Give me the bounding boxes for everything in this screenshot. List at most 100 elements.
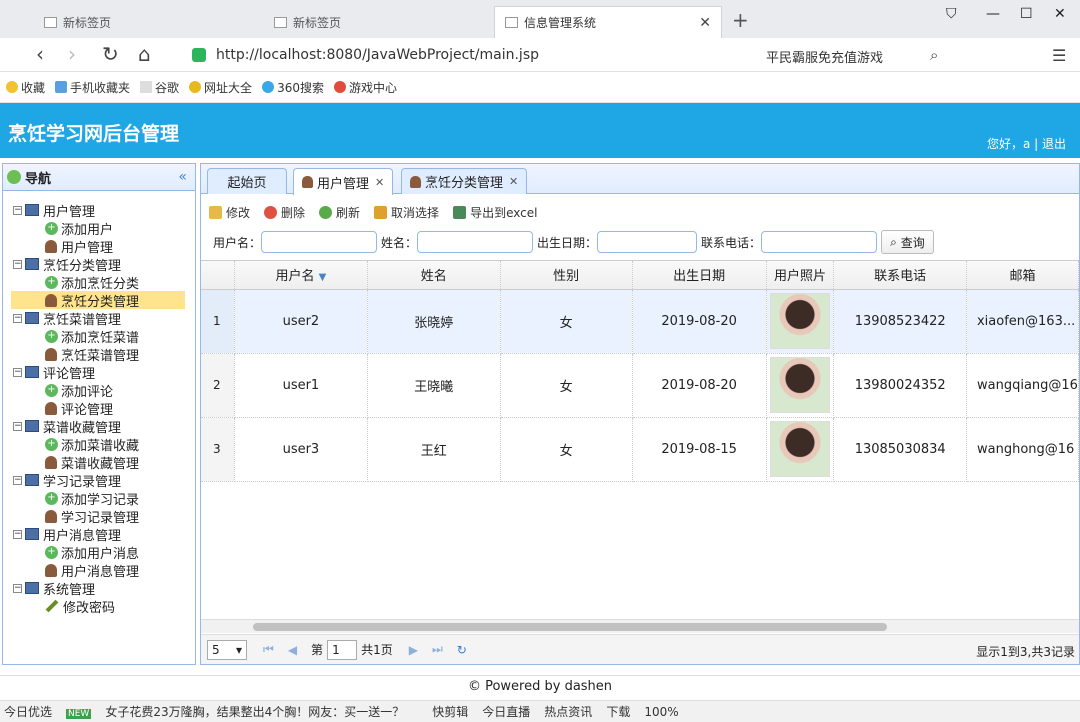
unselect-button[interactable]: 取消选择	[374, 204, 439, 221]
first-page-icon[interactable]: ⏮	[263, 642, 274, 657]
zoom-level[interactable]: 100%	[644, 705, 678, 719]
close-tab-icon[interactable]: ✕	[509, 175, 518, 188]
menu-icon[interactable]: ☰	[1052, 46, 1066, 65]
tree-group[interactable]: − 用户消息管理	[3, 525, 195, 544]
tree-item[interactable]: + 添加用户	[3, 219, 195, 238]
username-input[interactable]	[261, 231, 378, 253]
export-excel-button[interactable]: 导出到excel	[453, 204, 537, 221]
cell-name: 王晓曦	[367, 353, 501, 418]
scrollbar-thumb[interactable]	[253, 623, 887, 631]
status-item[interactable]: 热点资讯	[544, 703, 592, 720]
browser-tab[interactable]: 新标签页	[264, 6, 492, 38]
column-header[interactable]: 出生日期	[632, 261, 767, 290]
last-page-icon[interactable]: ⏭	[432, 642, 443, 657]
tab-cooking-category[interactable]: 烹饪分类管理 ✕	[401, 168, 528, 194]
tree-item[interactable]: + 添加学习记录	[3, 489, 195, 508]
welcome-logout[interactable]: 您好，a | 退出	[987, 135, 1066, 152]
edit-button[interactable]: 修改	[209, 204, 250, 221]
shirt-icon[interactable]: ⛉	[946, 6, 957, 22]
close-window-icon[interactable]: ✕	[1054, 6, 1066, 22]
forward-icon[interactable]: ›	[68, 42, 76, 66]
collapse-node-icon[interactable]: −	[13, 205, 22, 215]
news-item[interactable]: NEW 女子花费23万隆胸，结果整出4个胸！网友：买一送一？	[66, 703, 418, 720]
column-header[interactable]: 姓名	[367, 261, 501, 290]
tree-item[interactable]: 菜谱收藏管理	[3, 453, 195, 472]
collapse-node-icon[interactable]: −	[13, 367, 22, 377]
favorite-item[interactable]: 360搜索	[262, 79, 324, 96]
collapse-node-icon[interactable]: −	[13, 313, 22, 323]
status-item[interactable]: 今日直播	[482, 703, 530, 720]
favorite-item[interactable]: 网址大全	[189, 79, 252, 96]
tree-item[interactable]: + 添加用户消息	[3, 543, 195, 562]
back-icon[interactable]: ‹	[36, 42, 44, 66]
tree-item[interactable]: 学习记录管理	[3, 507, 195, 526]
tree-item[interactable]: 用户管理	[3, 237, 195, 256]
tree-item[interactable]: + 添加烹饪分类	[3, 273, 195, 292]
tree-item[interactable]: 评论管理	[3, 399, 195, 418]
tree-group[interactable]: − 评论管理	[3, 363, 195, 382]
column-header[interactable]: 联系电话	[833, 261, 967, 290]
prev-page-icon[interactable]: ◀	[288, 643, 297, 657]
column-header[interactable]: 用户名 ▼	[234, 261, 368, 290]
status-item[interactable]: 下载	[606, 703, 630, 720]
table-row[interactable]: 1 user2 张晓婷 女 2019-08-20 13908523422 xia…	[201, 289, 1079, 354]
collapse-node-icon[interactable]: −	[13, 421, 22, 431]
minimize-icon[interactable]: —	[986, 6, 1000, 22]
search-icon[interactable]: ⌕	[930, 46, 938, 64]
page-size-select[interactable]: 5 ▾	[207, 639, 247, 660]
tree-group[interactable]: − 烹饪分类管理	[3, 255, 195, 274]
table-row[interactable]: 2 user1 王晓曦 女 2019-08-20 13980024352 wan…	[201, 353, 1079, 418]
tab-start-page[interactable]: 起始页	[207, 168, 287, 194]
tree-item[interactable]: + 添加烹饪菜谱	[3, 327, 195, 346]
tree-item[interactable]: 用户消息管理	[3, 561, 195, 580]
home-icon[interactable]: ⌂	[138, 42, 151, 66]
favorite-item[interactable]: 游戏中心	[333, 79, 397, 96]
close-tab-icon[interactable]: ✕	[375, 176, 384, 189]
tree-item[interactable]: + 添加评论	[3, 381, 195, 400]
horizontal-scrollbar[interactable]	[201, 619, 1079, 633]
delete-button[interactable]: 删除	[264, 204, 305, 221]
birth-date-input[interactable]	[597, 231, 698, 253]
favorite-item[interactable]: 手机收藏夹	[55, 79, 130, 96]
tree-group[interactable]: − 用户管理	[3, 201, 195, 220]
maximize-icon[interactable]: ☐	[1020, 6, 1033, 22]
browser-tab-active[interactable]: 信息管理系统 ✕	[494, 6, 722, 38]
favorite-item[interactable]: 收藏	[6, 79, 45, 96]
status-item[interactable]: 今日优选	[4, 703, 52, 720]
next-page-icon[interactable]: ▶	[409, 643, 418, 657]
tree-item-selected[interactable]: 烹饪分类管理	[11, 291, 185, 310]
column-header[interactable]: 性别	[500, 261, 633, 290]
status-item[interactable]: 快剪辑	[432, 703, 468, 720]
tree-item[interactable]: 烹饪菜谱管理	[3, 345, 195, 364]
column-header[interactable]: 用户照片	[766, 261, 835, 290]
search-suggestion[interactable]: 平民霸服免充值游戏	[766, 47, 883, 66]
collapse-node-icon[interactable]: −	[13, 259, 22, 269]
collapse-node-icon[interactable]: −	[13, 475, 22, 485]
tab-user-management[interactable]: 用户管理 ✕	[293, 168, 394, 195]
url-field[interactable]: http://localhost:8080/JavaWebProject/mai…	[192, 42, 742, 68]
query-button[interactable]: ⌕ 查询	[881, 230, 934, 254]
close-tab-icon[interactable]: ✕	[699, 15, 711, 31]
favorite-item[interactable]: 谷歌	[140, 79, 179, 96]
tree-group[interactable]: − 系统管理	[3, 579, 195, 598]
collapse-node-icon[interactable]: −	[13, 529, 22, 539]
name-input[interactable]	[417, 231, 534, 253]
collapse-icon[interactable]: «	[178, 169, 187, 185]
tree-group[interactable]: − 烹饪菜谱管理	[3, 309, 195, 328]
cell-username: user3	[234, 417, 368, 482]
cell-birth: 2019-08-15	[632, 417, 767, 482]
table-row[interactable]: 3 user3 王红 女 2019-08-15 13085030834 wang…	[201, 417, 1079, 482]
tree-item[interactable]: + 添加菜谱收藏	[3, 435, 195, 454]
tree-group[interactable]: − 菜谱收藏管理	[3, 417, 195, 436]
page-number-input[interactable]: 1	[327, 639, 358, 660]
tree-item[interactable]: 修改密码	[3, 597, 195, 616]
reload-icon[interactable]: ↻	[102, 42, 119, 66]
collapse-node-icon[interactable]: −	[13, 583, 22, 593]
new-tab-icon[interactable]: +	[732, 8, 749, 32]
refresh-button[interactable]: 刷新	[319, 204, 360, 221]
browser-tab[interactable]: 新标签页	[34, 6, 262, 38]
refresh-icon[interactable]: ↻	[457, 643, 467, 657]
tree-group[interactable]: − 学习记录管理	[3, 471, 195, 490]
phone-input[interactable]	[761, 231, 878, 253]
column-header[interactable]: 邮箱	[966, 261, 1079, 290]
